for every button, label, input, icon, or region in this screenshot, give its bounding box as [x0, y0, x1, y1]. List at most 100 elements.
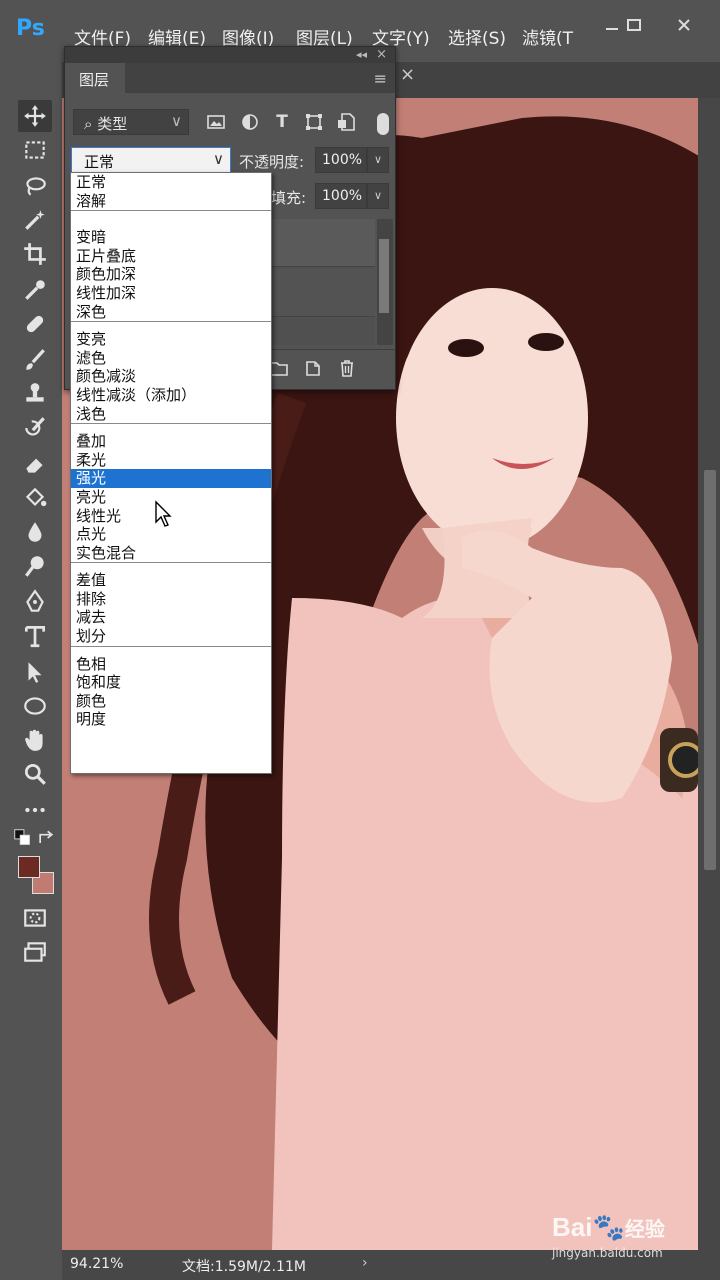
watermark-brand-suffix: 经验 — [624, 1219, 665, 1241]
search-icon: ⌕ — [84, 115, 93, 133]
blend-group-lighten: 变亮 滤色 颜色减淡 线性减淡（添加） 浅色 — [71, 322, 271, 425]
new-layer-icon[interactable] — [303, 357, 323, 379]
document-tab-close-icon[interactable]: × — [400, 64, 415, 85]
blend-option[interactable]: 颜色加深 — [71, 265, 271, 284]
blend-option[interactable]: 明度 — [71, 710, 271, 729]
default-colors-icon[interactable] — [12, 828, 34, 848]
panel-collapse-icon[interactable]: ◂◂ — [356, 48, 367, 61]
opacity-input[interactable]: 100% — [315, 147, 367, 173]
blend-mode-select[interactable]: 正常 ∨ — [71, 147, 231, 173]
crop-tool-icon[interactable] — [18, 238, 52, 270]
blend-option[interactable]: 划分 — [71, 627, 271, 646]
blend-option[interactable]: 颜色减淡 — [71, 367, 271, 386]
blend-option[interactable]: 变亮 — [71, 330, 271, 349]
marquee-tool-icon[interactable] — [18, 134, 52, 166]
blend-option[interactable]: 线性减淡（添加） — [71, 386, 271, 405]
opacity-dropdown-icon[interactable]: ∨ — [367, 147, 389, 173]
magic-wand-tool-icon[interactable] — [18, 204, 52, 236]
filter-toggle-switch[interactable] — [377, 113, 389, 135]
healing-brush-tool-icon[interactable] — [18, 308, 52, 340]
blend-option[interactable]: 叠加 — [71, 432, 271, 451]
watermark-paw-icon: 🐾 — [592, 1212, 625, 1242]
new-group-icon[interactable] — [269, 357, 289, 379]
chevron-down-icon: ∨ — [213, 150, 224, 168]
blend-option[interactable]: 滤色 — [71, 349, 271, 368]
history-brush-tool-icon[interactable] — [18, 412, 52, 444]
blend-option[interactable]: 实色混合 — [71, 544, 271, 563]
fill-input[interactable]: 100% — [315, 183, 367, 209]
zoom-tool-icon[interactable] — [18, 758, 52, 790]
brush-tool-icon[interactable] — [18, 344, 52, 376]
path-selection-tool-icon[interactable] — [18, 656, 52, 688]
fill-dropdown-icon[interactable]: ∨ — [367, 183, 389, 209]
text-filter-icon[interactable]: T — [271, 111, 293, 133]
image-filter-icon[interactable] — [205, 111, 227, 133]
blend-option[interactable]: 溶解 — [71, 192, 271, 211]
filter-type-value: 类型 — [97, 115, 128, 133]
blend-option[interactable]: 正片叠底 — [71, 247, 271, 266]
layer-row[interactable] — [265, 269, 375, 317]
layers-list[interactable] — [265, 219, 375, 345]
close-icon[interactable] — [666, 14, 702, 44]
blend-mode-value: 正常 — [84, 153, 115, 171]
blend-group-inversion: 差值 排除 减去 划分 — [71, 563, 271, 647]
paint-bucket-tool-icon[interactable] — [18, 482, 52, 514]
panel-menu-icon[interactable]: ≡ — [374, 69, 387, 88]
blend-mode-dropdown-list: 正常 溶解 变暗 正片叠底 颜色加深 线性加深 深色 变亮 滤色 颜色减淡 线性… — [70, 172, 272, 774]
type-tool-icon[interactable] — [18, 620, 52, 652]
eraser-tool-icon[interactable] — [18, 448, 52, 480]
eyedropper-tool-icon[interactable] — [18, 274, 52, 306]
layer-row[interactable] — [265, 219, 375, 267]
smart-object-filter-icon[interactable] — [335, 111, 357, 133]
blend-option[interactable]: 浅色 — [71, 405, 271, 424]
ellipse-tool-icon[interactable] — [18, 690, 52, 722]
more-tools-icon[interactable] — [18, 794, 52, 826]
lasso-tool-icon[interactable] — [18, 170, 52, 202]
clone-stamp-tool-icon[interactable] — [18, 378, 52, 410]
blend-option[interactable]: 深色 — [71, 303, 271, 322]
status-menu-arrow-icon[interactable]: › — [362, 1255, 368, 1271]
menu-select[interactable]: 选择(S) — [448, 24, 506, 49]
panel-title-bar: ◂◂ × — [65, 47, 395, 63]
blend-option[interactable]: 饱和度 — [71, 673, 271, 692]
layer-filter-select[interactable]: ⌕ 类型 ∨ — [73, 109, 189, 135]
zoom-level[interactable]: 94.21% — [70, 1256, 123, 1272]
hand-tool-icon[interactable] — [18, 724, 52, 756]
foreground-color-swatch[interactable] — [18, 856, 40, 878]
pen-tool-icon[interactable] — [18, 586, 52, 618]
blend-option[interactable]: 颜色 — [71, 692, 271, 711]
maximize-icon[interactable] — [616, 14, 652, 44]
blend-option[interactable]: 排除 — [71, 590, 271, 609]
blend-option[interactable]: 色相 — [71, 655, 271, 674]
watermark-url: jingyan.baidu.com — [552, 1246, 663, 1260]
baidu-watermark-logo: Bai🐾经验 — [552, 1212, 665, 1243]
swap-colors-icon[interactable] — [36, 828, 56, 848]
delete-layer-icon[interactable] — [337, 357, 357, 379]
panel-close-icon[interactable]: × — [376, 47, 387, 62]
blend-option[interactable]: 正常 — [71, 173, 271, 192]
fill-label: 填充: — [271, 189, 307, 207]
layers-scrollbar-thumb[interactable] — [379, 239, 389, 313]
blend-option[interactable]: 差值 — [71, 571, 271, 590]
document-size: 文档:1.59M/2.11M — [182, 1259, 306, 1275]
adjustment-filter-icon[interactable] — [239, 111, 261, 133]
blend-option[interactable]: 柔光 — [71, 451, 271, 470]
tab-layers[interactable]: 图层 — [65, 63, 125, 93]
blend-option-selected[interactable]: 强光 — [71, 469, 271, 488]
blend-option[interactable]: 减去 — [71, 608, 271, 627]
blend-group-component: 色相 饱和度 颜色 明度 — [71, 647, 271, 729]
quick-mask-icon[interactable] — [18, 902, 52, 934]
watermark-brand: Bai — [552, 1212, 593, 1242]
tools-panel — [0, 62, 62, 1280]
shape-filter-icon[interactable] — [303, 111, 325, 133]
screen-mode-icon[interactable] — [18, 936, 52, 968]
move-tool-icon[interactable] — [18, 100, 52, 132]
blur-tool-icon[interactable] — [18, 516, 52, 548]
mouse-cursor-icon — [155, 500, 172, 527]
photoshop-logo: Ps — [16, 16, 45, 41]
menu-filter[interactable]: 滤镜(T — [522, 24, 573, 49]
dodge-tool-icon[interactable] — [18, 550, 52, 582]
blend-option[interactable]: 变暗 — [71, 228, 271, 247]
vertical-scrollbar-thumb[interactable] — [704, 470, 716, 870]
blend-option[interactable]: 线性加深 — [71, 284, 271, 303]
